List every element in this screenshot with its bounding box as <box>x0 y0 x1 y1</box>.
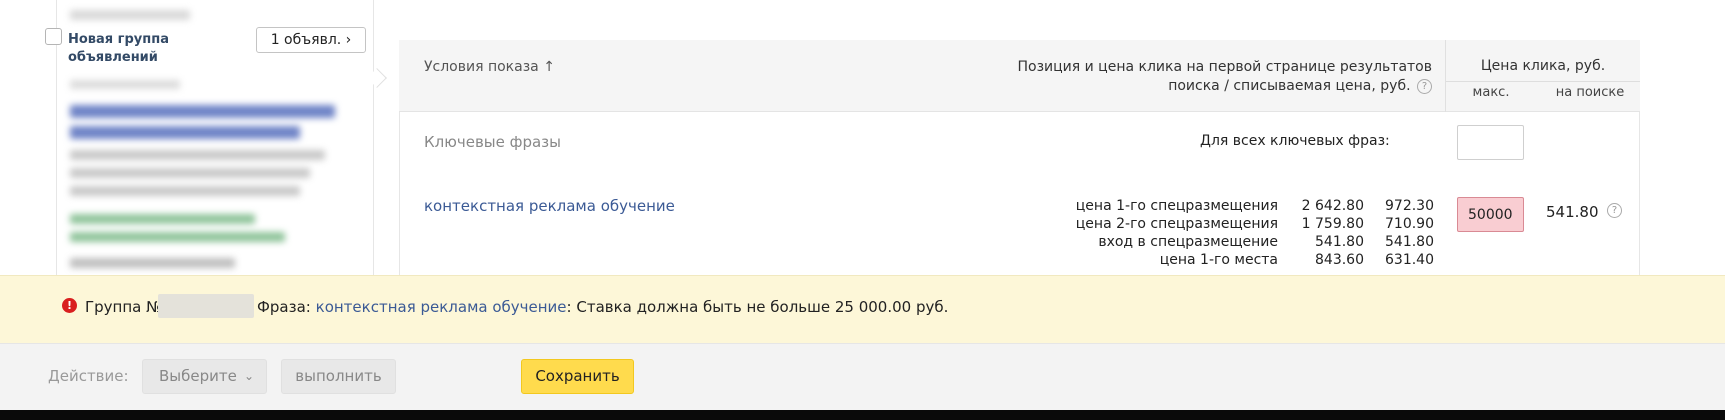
position-price-header: Позиция и цена клика на первой странице … <box>1000 58 1432 96</box>
error-icon: ! <box>62 298 77 313</box>
charged-value: 631.40 <box>1385 252 1434 268</box>
group-title[interactable]: Новая группа объявлений <box>68 31 188 67</box>
group-checkbox[interactable] <box>45 28 62 45</box>
action-select-value: Выберите <box>159 367 237 385</box>
group-id-redacted <box>158 294 254 318</box>
max-subheader: макс. <box>1472 85 1510 100</box>
charged-values: 972.30 710.90 541.80 631.40 <box>1374 197 1434 269</box>
keywords-section-label: Ключевые фразы <box>424 133 561 151</box>
header-divider <box>1446 81 1640 82</box>
all-keywords-bid-input[interactable] <box>1457 125 1524 160</box>
position-label: цена 1-го спецразмещения <box>1075 198 1278 214</box>
bottom-strip <box>0 410 1725 420</box>
warning-group-link[interactable]: Группа № <box>85 298 162 316</box>
warning-message: Фраза: контекстная реклама обучение: Ста… <box>257 298 948 316</box>
all-keywords-label: Для всех ключевых фраз: <box>1200 133 1390 149</box>
search-price-value: 541.80 <box>1546 203 1599 221</box>
position-label: цена 2-го спецразмещения <box>1075 216 1278 232</box>
warning-text: : Ставка должна быть не больше 25 000.00… <box>566 298 949 316</box>
position-label: цена 1-го места <box>1159 252 1278 268</box>
charged-value: 541.80 <box>1385 234 1434 250</box>
on-search-subheader: на поиске <box>1555 85 1625 100</box>
save-button[interactable]: Сохранить <box>521 359 634 394</box>
keyword-phrase-link[interactable]: контекстная реклама обучение <box>424 197 675 215</box>
click-price-header: Цена клика, руб. <box>1480 58 1606 74</box>
sort-conditions-header[interactable]: Условия показа ↑ <box>424 59 555 75</box>
charged-value: 972.30 <box>1385 198 1434 214</box>
warning-phrase-link[interactable]: контекстная реклама обучение <box>316 298 567 316</box>
charged-value: 710.90 <box>1385 216 1434 232</box>
bid-value: 1 759.80 <box>1301 216 1364 232</box>
bid-value: 2 642.80 <box>1301 198 1364 214</box>
action-select[interactable]: Выберите ⌄ <box>142 359 267 394</box>
bid-value: 541.80 <box>1315 234 1364 250</box>
action-label: Действие: <box>48 367 129 385</box>
warning-phrase-label: Фраза: <box>257 298 311 316</box>
position-label: вход в спецразмещение <box>1098 234 1278 250</box>
help-icon[interactable]: ? <box>1417 78 1432 94</box>
column-divider <box>1445 40 1446 112</box>
bid-value: 843.60 <box>1315 252 1364 268</box>
max-bid-input[interactable] <box>1457 197 1524 232</box>
chevron-down-icon: ⌄ <box>243 369 254 383</box>
ads-count-button[interactable]: 1 объявл. › <box>256 27 366 53</box>
position-price-text: Позиция и цена клика на первой странице … <box>1017 59 1433 94</box>
execute-button[interactable]: выполнить <box>281 359 396 394</box>
position-labels: цена 1-го спецразмещения цена 2-го спецр… <box>1040 197 1278 269</box>
bid-values: 2 642.80 1 759.80 541.80 843.60 <box>1290 197 1364 269</box>
help-icon[interactable]: ? <box>1607 203 1622 218</box>
